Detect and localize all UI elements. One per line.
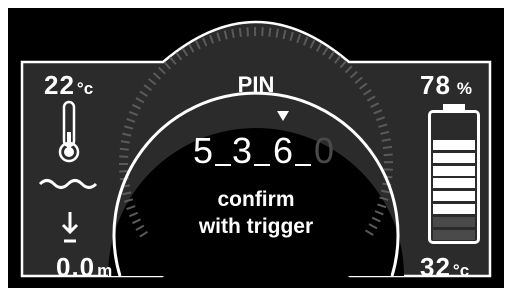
battery-segment-full [433, 178, 475, 189]
left-temperature-value: 22 [44, 70, 75, 100]
triangle-down-icon [277, 111, 289, 121]
pin-separator-1 [215, 164, 231, 166]
confirm-instruction: confirm with trigger [166, 186, 346, 240]
confirm-line-1: confirm [217, 188, 295, 211]
battery-level-unit: % [456, 79, 473, 98]
dial-tick [246, 27, 249, 37]
pin-digit-3[interactable]: 6 [272, 130, 294, 172]
battery-level-value: 78 [420, 70, 451, 100]
left-temperature: 22 °c [44, 70, 93, 101]
battery-segment-empty [433, 216, 475, 227]
pin-title: PIN [237, 72, 275, 97]
left-temperature-unit: °c [76, 79, 94, 98]
battery-segment-full [433, 140, 475, 150]
dial-tick [119, 170, 129, 173]
dial-tick [382, 145, 393, 149]
depth-value: 0.0 [56, 252, 96, 282]
dial-tick [238, 27, 242, 38]
pin-digit-1[interactable]: 5 [192, 130, 214, 172]
depth-unit: m [97, 261, 113, 280]
dial-tick [119, 147, 129, 151]
pin-separator-2 [254, 164, 270, 166]
water-wave-icon [38, 179, 98, 189]
descend-arrow-icon [61, 212, 79, 243]
pin-digit-4[interactable]: 0 [313, 130, 335, 172]
dial-tick [383, 153, 393, 157]
battery-segment-full [433, 165, 475, 176]
depth-readout: 0.0 m [56, 252, 112, 283]
battery-segment-full [433, 204, 475, 214]
dial-tick [275, 28, 279, 38]
dive-computer-display: 22 °c 0.0 m PIN 5 3 6 0 confirm with trigg… [0, 0, 512, 296]
dial-tick [268, 27, 272, 37]
right-temperature: 32 °c [420, 252, 469, 283]
battery-segment-full [433, 152, 475, 163]
dial-tick [119, 155, 129, 158]
thermometer-icon [58, 100, 80, 163]
battery-level: 78% [420, 70, 472, 101]
battery-segment-empty [433, 229, 475, 240]
right-temperature-unit: °c [452, 261, 470, 280]
pin-separator-3 [295, 164, 311, 166]
battery-segment-full [433, 191, 475, 202]
right-temperature-value: 32 [420, 252, 451, 282]
confirm-line-2: with trigger [198, 215, 314, 238]
pin-digit-2[interactable]: 3 [231, 130, 253, 172]
